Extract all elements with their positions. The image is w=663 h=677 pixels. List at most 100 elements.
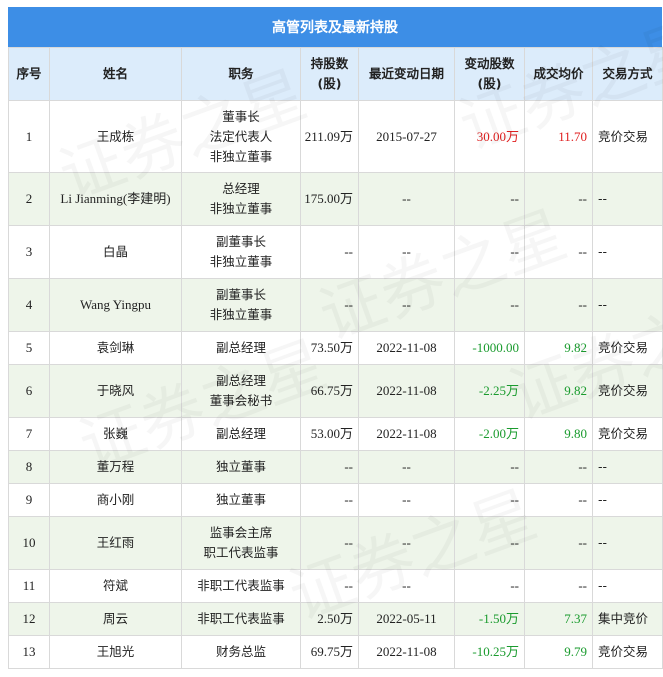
shares-held: 69.75万: [300, 635, 359, 669]
shares-held: --: [300, 483, 359, 517]
average-price: --: [524, 172, 593, 226]
executive-roles: 副总经理: [181, 417, 301, 451]
role-line: 副董事长: [215, 287, 266, 302]
shares-held: --: [300, 450, 359, 484]
shares-changed: 30.00万: [454, 100, 525, 173]
average-price: --: [524, 225, 593, 279]
shares-held: --: [300, 225, 359, 279]
shares-held: 175.00万: [300, 172, 359, 226]
holdings-panel: 高管列表及最新持股 序号 姓名 职务 持股数 (股) 最近变动日期 变动股数 (股) 成交均价 交…: [0, 0, 663, 677]
row-number: 7: [8, 417, 50, 451]
row-number: 3: [8, 225, 50, 279]
table-row: 8 董万程 独立董事 -- -- -- -- --: [8, 450, 663, 484]
trade-method: 竞价交易: [592, 635, 663, 669]
executive-name: 商小刚: [49, 483, 182, 517]
executive-name: Li Jianming(李建明): [49, 172, 182, 226]
last-change-date: 2022-11-08: [358, 331, 455, 365]
column-header-line: 变动股数: [464, 56, 515, 71]
last-change-date: 2022-05-11: [358, 602, 455, 636]
executive-roles: 董事长 法定代表人 非独立董事: [181, 100, 301, 173]
executives-table: 序号 姓名 职务 持股数 (股) 最近变动日期 变动股数 (股) 成交均价 交易方式 1 王成栋 董事…: [8, 47, 663, 669]
executive-name: 于晓风: [49, 364, 182, 418]
column-header: 姓名: [49, 47, 182, 101]
table-title: 高管列表及最新持股: [8, 7, 662, 47]
executive-name: 周云: [49, 602, 182, 636]
row-number: 8: [8, 450, 50, 484]
table-row: 5 袁剑琳 副总经理 73.50万 2022-11-08 -1000.00 9.82 竞价交易: [8, 331, 663, 365]
trade-method: --: [592, 450, 663, 484]
shares-changed: --: [454, 225, 525, 279]
executive-roles: 独立董事: [181, 450, 301, 484]
executive-name: 白晶: [49, 225, 182, 279]
average-price: 9.82: [524, 364, 593, 418]
column-header: 职务: [181, 47, 301, 101]
executive-roles: 副董事长 非独立董事: [181, 278, 301, 332]
table-row: 13 王旭光 财务总监 69.75万 2022-11-08 -10.25万 9.79 竞价交易: [8, 635, 663, 669]
role-line: 副总经理: [215, 373, 266, 388]
role-line: 非独立董事: [209, 148, 273, 164]
shares-held: 2.50万: [300, 602, 359, 636]
column-header-line: (股): [477, 76, 502, 91]
shares-held: 53.00万: [300, 417, 359, 451]
role-line: 总经理: [222, 181, 260, 196]
executive-name: 王红雨: [49, 516, 182, 570]
trade-method: --: [592, 483, 663, 517]
executive-roles: 副总经理 董事会秘书: [181, 364, 301, 418]
column-header: 变动股数 (股): [454, 47, 525, 101]
last-change-date: --: [358, 516, 455, 570]
shares-changed: --: [454, 278, 525, 332]
role-line: 非独立董事: [209, 307, 273, 322]
executive-roles: 非职工代表监事: [181, 602, 301, 636]
average-price: 9.80: [524, 417, 593, 451]
table-row: 2 Li Jianming(李建明) 总经理 非独立董事 175.00万 -- -- -- --: [8, 172, 663, 226]
shares-held: --: [300, 278, 359, 332]
executive-roles: 监事会主席职工代表监事: [181, 516, 301, 570]
row-number: 11: [8, 569, 50, 603]
column-header: 序号: [8, 47, 50, 101]
last-change-date: --: [358, 569, 455, 603]
average-price: 7.37: [524, 602, 593, 636]
executive-roles: 财务总监: [181, 635, 301, 669]
table-row: 11 符斌 非职工代表监事 -- -- -- -- --: [8, 569, 663, 603]
header-row: 序号 姓名 职务 持股数 (股) 最近变动日期 变动股数 (股) 成交均价 交易方式: [8, 47, 663, 101]
executive-roles: 非职工代表监事: [181, 569, 301, 603]
column-header-line: 姓名: [102, 66, 128, 81]
role-line: 监事会主席: [209, 525, 273, 540]
row-number: 13: [8, 635, 50, 669]
average-price: --: [524, 569, 593, 603]
executive-name: 王成栋: [49, 100, 182, 173]
last-change-date: --: [358, 225, 455, 279]
shares-changed: --: [454, 450, 525, 484]
table-row: 1 王成栋 董事长 法定代表人 非独立董事 211.09万 2015-07-27 30.00万…: [8, 100, 663, 173]
shares-changed: --: [454, 516, 525, 570]
last-change-date: 2022-11-08: [358, 635, 455, 669]
shares-changed: -2.00万: [454, 417, 525, 451]
role-line: 独立董事: [215, 459, 266, 474]
role-line: 职工代表监事: [203, 545, 279, 560]
shares-changed: -1000.00: [454, 331, 525, 365]
column-header: 持股数 (股): [300, 47, 359, 101]
trade-method: 集中竞价: [592, 602, 663, 636]
executive-name: 袁剑琳: [49, 331, 182, 365]
row-number: 5: [8, 331, 50, 365]
executive-roles: 副董事长 非独立董事: [181, 225, 301, 279]
table-body: 1 王成栋 董事长 法定代表人 非独立董事 211.09万 2015-07-27 30.00万…: [8, 100, 663, 669]
column-header-line: 成交均价: [533, 66, 584, 81]
average-price: 11.70: [524, 100, 593, 173]
trade-method: --: [592, 172, 663, 226]
role-line: 副总经理: [215, 340, 266, 355]
role-line: 独立董事: [215, 492, 266, 507]
column-header-line: 最近变动日期: [368, 66, 444, 81]
executive-name: 符斌: [49, 569, 182, 603]
executive-name: 董万程: [49, 450, 182, 484]
column-header: 成交均价: [524, 47, 593, 101]
role-line: 法定代表人: [209, 128, 273, 144]
trade-method: --: [592, 278, 663, 332]
column-header-line: (股): [317, 76, 342, 91]
role-line: 董事会秘书: [209, 393, 273, 408]
table-row: 3 白晶 副董事长 非独立董事 -- -- -- -- --: [8, 225, 663, 279]
row-number: 9: [8, 483, 50, 517]
executive-roles: 副总经理: [181, 331, 301, 365]
role-line: 非职工代表监事: [197, 611, 285, 626]
executive-name: 王旭光: [49, 635, 182, 669]
